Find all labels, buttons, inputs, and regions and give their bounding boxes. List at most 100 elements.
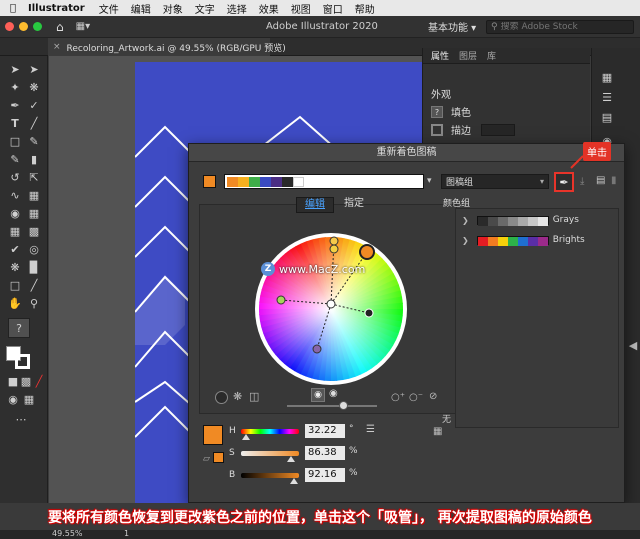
- harmony-marker[interactable]: [329, 236, 339, 246]
- fill-row[interactable]: ? 填色: [431, 104, 471, 119]
- out-of-gamut-swatch[interactable]: [213, 452, 224, 463]
- saturation-input[interactable]: 86.38: [305, 446, 345, 460]
- direct-selection-tool-icon[interactable]: ➤: [27, 62, 41, 76]
- group-color-swatch[interactable]: [537, 216, 548, 226]
- colors-source-select[interactable]: 图稿组 ▾: [441, 174, 549, 189]
- menu-edit[interactable]: 编辑: [131, 1, 151, 16]
- stroke-row[interactable]: 描边: [431, 122, 515, 137]
- rectangle-tool-icon[interactable]: □: [8, 134, 22, 148]
- mesh-tool-icon[interactable]: ▦: [8, 224, 22, 238]
- draw-mode-icon[interactable]: ◉: [6, 392, 20, 406]
- stock-search[interactable]: ⚲: [486, 20, 634, 34]
- close-window-button[interactable]: [5, 22, 14, 31]
- symbol-sprayer-icon[interactable]: ❋: [8, 260, 22, 274]
- collapse-panel-icon[interactable]: ◀: [626, 338, 640, 352]
- brightness-input[interactable]: 92.16: [305, 468, 345, 482]
- unlink-harmony-icon[interactable]: ⊘: [429, 391, 437, 402]
- workspace-switcher[interactable]: 基本功能 ▾: [428, 19, 476, 34]
- zoom-tool-icon[interactable]: ⚲: [27, 296, 41, 310]
- none-mode-icon[interactable]: ╱: [32, 374, 46, 388]
- strip-color[interactable]: [260, 177, 271, 187]
- pen-tool-icon[interactable]: ✒: [8, 98, 22, 112]
- group-color-swatch[interactable]: [477, 216, 488, 226]
- magic-wand-icon[interactable]: ✦: [8, 80, 22, 94]
- color-strip-dropdown-icon[interactable]: ▾: [427, 176, 432, 186]
- grid-view-icon[interactable]: ▦: [433, 426, 442, 437]
- brightness-slider-thumb[interactable]: [339, 401, 348, 410]
- active-color-swatch[interactable]: [203, 175, 216, 188]
- hsb-options-icon[interactable]: ☰: [366, 424, 375, 435]
- perspective-grid-icon[interactable]: ▦: [27, 206, 41, 220]
- group-color-swatch[interactable]: [537, 236, 548, 246]
- tab-edit[interactable]: 编辑: [296, 197, 334, 213]
- artboard-tool-icon[interactable]: □: [8, 278, 22, 292]
- tab-properties[interactable]: 属性: [431, 49, 449, 62]
- harmony-marker[interactable]: [312, 344, 322, 354]
- menu-help[interactable]: 帮助: [355, 1, 375, 16]
- free-transform-icon[interactable]: ▦: [27, 188, 41, 202]
- libraries-panel-icon[interactable]: ▤: [600, 110, 614, 124]
- menu-window[interactable]: 窗口: [323, 1, 343, 16]
- new-folder-icon[interactable]: ▤: [596, 175, 605, 186]
- stock-search-input[interactable]: [500, 22, 626, 32]
- tab-assign[interactable]: 指定: [338, 197, 370, 213]
- saturation-slider-thumb[interactable]: [287, 456, 296, 462]
- shaper-tool-icon[interactable]: ✎: [8, 152, 22, 166]
- group-color-swatch[interactable]: [507, 236, 518, 246]
- color-group-row[interactable]: ❯ Brights: [456, 233, 618, 247]
- harmony-marker[interactable]: [329, 244, 339, 254]
- properties-panel-icon[interactable]: ▦: [600, 70, 614, 84]
- menu-select[interactable]: 选择: [227, 1, 247, 16]
- group-color-swatch[interactable]: [487, 236, 498, 246]
- gradient-tool-icon[interactable]: ▩: [27, 224, 41, 238]
- zoom-level[interactable]: 49.55%: [52, 529, 83, 538]
- lasso-icon[interactable]: ❋: [27, 80, 41, 94]
- line-tool-icon[interactable]: ╱: [27, 116, 41, 130]
- group-color-swatch[interactable]: [477, 236, 488, 246]
- menu-type[interactable]: 文字: [195, 1, 215, 16]
- strip-color[interactable]: [271, 177, 282, 187]
- group-color-swatch[interactable]: [517, 216, 528, 226]
- curvature-tool-icon[interactable]: ✓: [27, 98, 41, 112]
- group-color-swatch[interactable]: [487, 216, 498, 226]
- slice-tool-icon[interactable]: ╱: [27, 278, 41, 292]
- close-tab-icon[interactable]: ×: [53, 42, 61, 52]
- paintbrush-icon[interactable]: ✎: [27, 134, 41, 148]
- strip-color[interactable]: [227, 177, 238, 187]
- minimize-window-button[interactable]: [19, 22, 28, 31]
- strip-color[interactable]: [282, 177, 293, 187]
- remove-color-tool-icon[interactable]: ○⁻: [409, 392, 423, 403]
- document-tab[interactable]: × Recoloring_Artwork.ai @ 49.55% (RGB/GP…: [48, 38, 286, 56]
- group-color-swatch[interactable]: [527, 236, 538, 246]
- more-tools-icon[interactable]: ⋯: [14, 412, 28, 426]
- brightness-value-slider[interactable]: [241, 473, 299, 484]
- harmony-marker[interactable]: [364, 308, 374, 318]
- add-color-tool-icon[interactable]: ○⁺: [391, 392, 405, 403]
- save-group-icon[interactable]: ⤓: [580, 176, 584, 187]
- color-mode-icon[interactable]: ■: [6, 374, 20, 388]
- color-wheel[interactable]: [251, 229, 411, 389]
- smooth-wheel-icon[interactable]: [215, 391, 228, 404]
- layers-panel-icon[interactable]: ☰: [600, 90, 614, 104]
- artboard-number[interactable]: 1: [124, 529, 129, 538]
- group-color-swatch[interactable]: [497, 236, 508, 246]
- group-color-swatch[interactable]: [527, 216, 538, 226]
- strip-color[interactable]: [249, 177, 260, 187]
- tab-layers[interactable]: 图层: [459, 49, 477, 62]
- show-brightness-icon[interactable]: ◉: [329, 388, 338, 399]
- column-graph-icon[interactable]: ▉: [27, 260, 41, 274]
- help-icon[interactable]: ?: [8, 318, 30, 338]
- harmony-marker[interactable]: [276, 295, 286, 305]
- warp-tool-icon[interactable]: ∿: [8, 188, 22, 202]
- screen-mode-icon[interactable]: ▦: [22, 392, 36, 406]
- segmented-wheel-icon[interactable]: ❋: [233, 390, 242, 403]
- group-color-swatch[interactable]: [517, 236, 528, 246]
- menu-view[interactable]: 视图: [291, 1, 311, 16]
- eraser-icon[interactable]: ▮: [27, 152, 41, 166]
- menu-object[interactable]: 对象: [163, 1, 183, 16]
- color-group-row[interactable]: ❯ Grays: [456, 213, 618, 227]
- hand-tool-icon[interactable]: ✋: [8, 296, 22, 310]
- expand-chevron-icon[interactable]: ❯: [462, 216, 469, 225]
- rotate-tool-icon[interactable]: ↺: [8, 170, 22, 184]
- zoom-window-button[interactable]: [33, 22, 42, 31]
